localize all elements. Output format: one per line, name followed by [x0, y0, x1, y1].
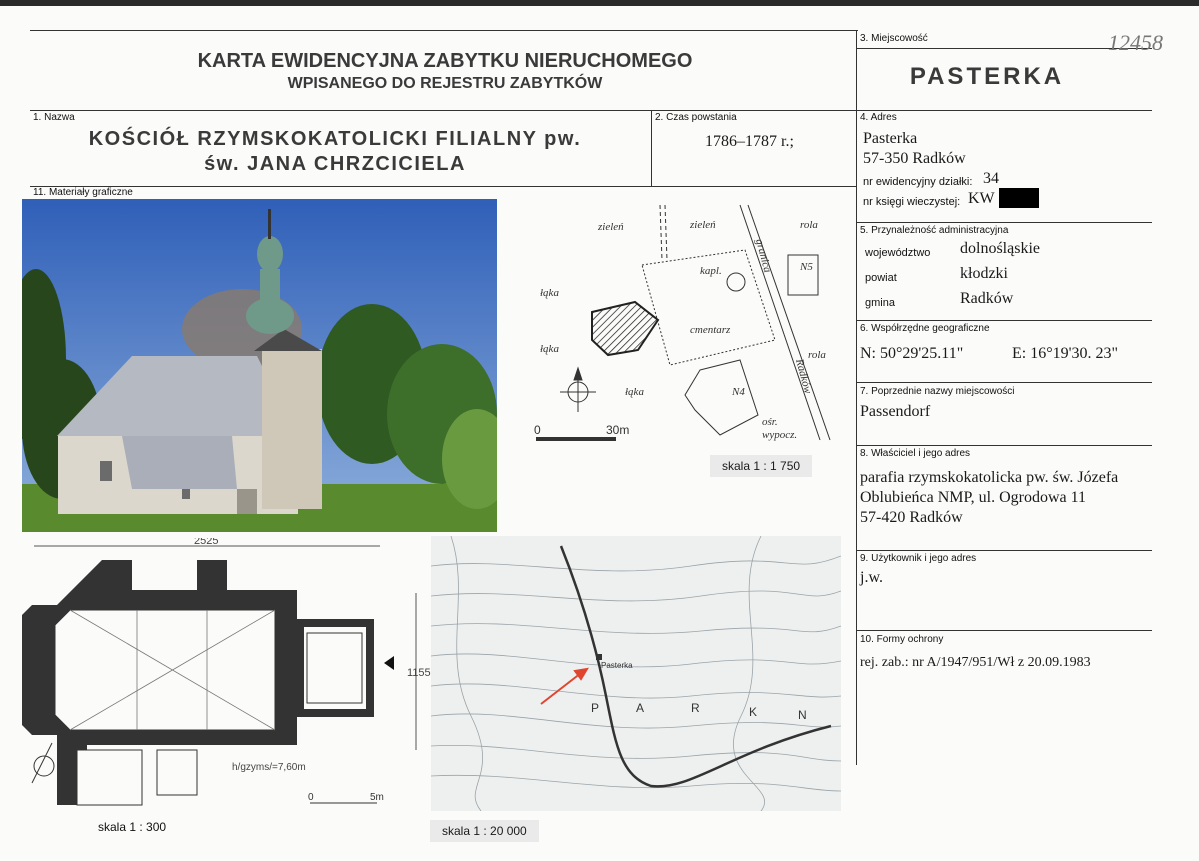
field-label: 1. Nazwa [33, 112, 75, 123]
interior [54, 609, 363, 806]
site-label-greenery: zieleń [597, 221, 624, 233]
user-value: j.w. [860, 569, 883, 586]
dimension-height: 1155 [407, 667, 431, 679]
field-label: 2. Czas powstania [655, 112, 737, 123]
park-letter: K [749, 705, 757, 719]
field-label: 10. Formy ochrony [860, 634, 944, 645]
park-letter: N [798, 708, 807, 722]
plot-number: 34 [983, 170, 999, 187]
card-title: KARTA EWIDENCYJNA ZABYTKU NIERUCHOMEGO [197, 50, 693, 72]
n4-building [684, 359, 759, 436]
floor-plan: 2525 1155 h/gzyms/=7,60m 0 5m [22, 538, 431, 806]
site-scale-bar: 0 30m [534, 423, 629, 441]
card-subtitle: WPISANEGO DO REJESTRU ZABYTKÓW [287, 75, 603, 92]
owner-line2: Oblubieńca NMP, ul. Ogrodowa 11 [860, 489, 1087, 506]
divider [856, 30, 857, 765]
field-label: 11. Materiały graficzne [33, 187, 133, 198]
divider [30, 110, 1152, 111]
site-label-meadow3: łąka [625, 386, 644, 398]
park-letter: R [691, 701, 700, 715]
topographic-map: Pasterka P A R K N [431, 536, 841, 811]
admin-key: gmina [865, 297, 895, 309]
cornice-height: h/gzyms/=7,60m [232, 762, 306, 773]
site-label-cemetery: cmentarz [690, 324, 731, 336]
site-label-meadow2: łąka [540, 343, 559, 355]
locality-value: PASTERKA [909, 63, 1065, 90]
park-letter: P [591, 701, 599, 715]
site-label-field2: rola [808, 349, 826, 361]
address-line2: 57-350 Radków [863, 150, 966, 167]
admin-value: Radków [960, 290, 1014, 307]
longitude: E: 16°19'30. 23" [1012, 345, 1119, 362]
monument-name-line2: św. JANA CHRZCICIELA [204, 153, 466, 175]
admin-key: województwo [865, 247, 931, 259]
former-name: Passendorf [860, 403, 931, 420]
site-plan-scale: skala 1 : 1 750 [710, 455, 813, 477]
field-label: 7. Poprzednie nazwy miejscowości [860, 386, 1015, 397]
compass [31, 742, 55, 784]
site-label-meadow: łąka [540, 287, 559, 299]
admin-value: dolnośląskie [960, 240, 1040, 257]
land-register-label: nr księgi wieczystej: [863, 196, 961, 208]
divider [857, 320, 1152, 321]
north-arrow [560, 366, 596, 412]
field-label: 3. Miejscowość [860, 33, 928, 44]
dimension-width: 2525 [194, 538, 218, 547]
site-scale-zero: 0 [534, 423, 541, 437]
site-label-field: rola [800, 219, 818, 231]
address-line1: Pasterka [863, 130, 918, 147]
owner-line3: 57-420 Radków [860, 509, 963, 526]
church-photo [22, 199, 497, 532]
field-label: 8. Właściciel i jego adres [860, 448, 971, 459]
site-label-n5: N5 [799, 261, 813, 273]
site-scale-length: 30m [606, 423, 629, 437]
admin-value: kłodzki [960, 265, 1008, 282]
village-name: Pasterka [601, 661, 633, 670]
field-label: 9. Użytkownik i jego adres [860, 553, 977, 564]
monument-name: KOŚCIÓŁ RZYMSKOKATOLICKI FILIALNY pw. [88, 128, 582, 150]
redaction-box [999, 188, 1039, 208]
site-label-n4: N4 [731, 386, 745, 398]
admin-key: powiat [865, 272, 897, 284]
divider [30, 30, 858, 31]
divider [857, 382, 1152, 383]
site-label-resort: ośr. [762, 416, 778, 428]
park-letter: A [636, 701, 644, 715]
site-label-chapel: kapl. [700, 265, 722, 277]
village-building [596, 654, 602, 660]
latitude: N: 50°29'25.11" [860, 345, 964, 362]
plot-label: nr ewidencyjny działki: [863, 176, 973, 188]
field-label: 5. Przynależność administracyjna [860, 225, 1009, 236]
chapel-outline [726, 272, 746, 292]
construction-date: 1786–1787 r.; [705, 133, 794, 150]
site-plan: zieleń zieleń rola kapl. łąka cmentarz ł… [534, 204, 831, 441]
site-label-greenery2: zieleń [689, 219, 716, 231]
protection-value: rej. zab.: nr A/1947/951/Wł z 20.09.1983 [860, 655, 1091, 670]
divider [857, 222, 1152, 223]
divider [857, 445, 1152, 446]
floor-plan-scale: skala 1 : 300 [98, 820, 167, 834]
owner-line1: parafia rzymskokatolicka pw. św. Józefa [860, 469, 1119, 486]
topo-map-scale: skala 1 : 20 000 [430, 820, 539, 842]
entrance-arrow [384, 656, 394, 670]
field-label: 4. Adres [860, 112, 897, 123]
church-footprint [591, 300, 660, 357]
road-lines [659, 204, 831, 441]
land-register-number: KW [968, 190, 995, 207]
inventory-number: 12458 [1108, 30, 1163, 55]
divider [857, 550, 1152, 551]
field-label: 6. Współrzędne geograficzne [860, 323, 990, 334]
plan-scale-zero: 0 [308, 792, 314, 803]
site-label-resort2: wypocz. [762, 429, 797, 441]
divider [30, 186, 857, 187]
divider [857, 630, 1152, 631]
plan-scale-length: 5m [370, 792, 384, 803]
divider [651, 110, 652, 186]
